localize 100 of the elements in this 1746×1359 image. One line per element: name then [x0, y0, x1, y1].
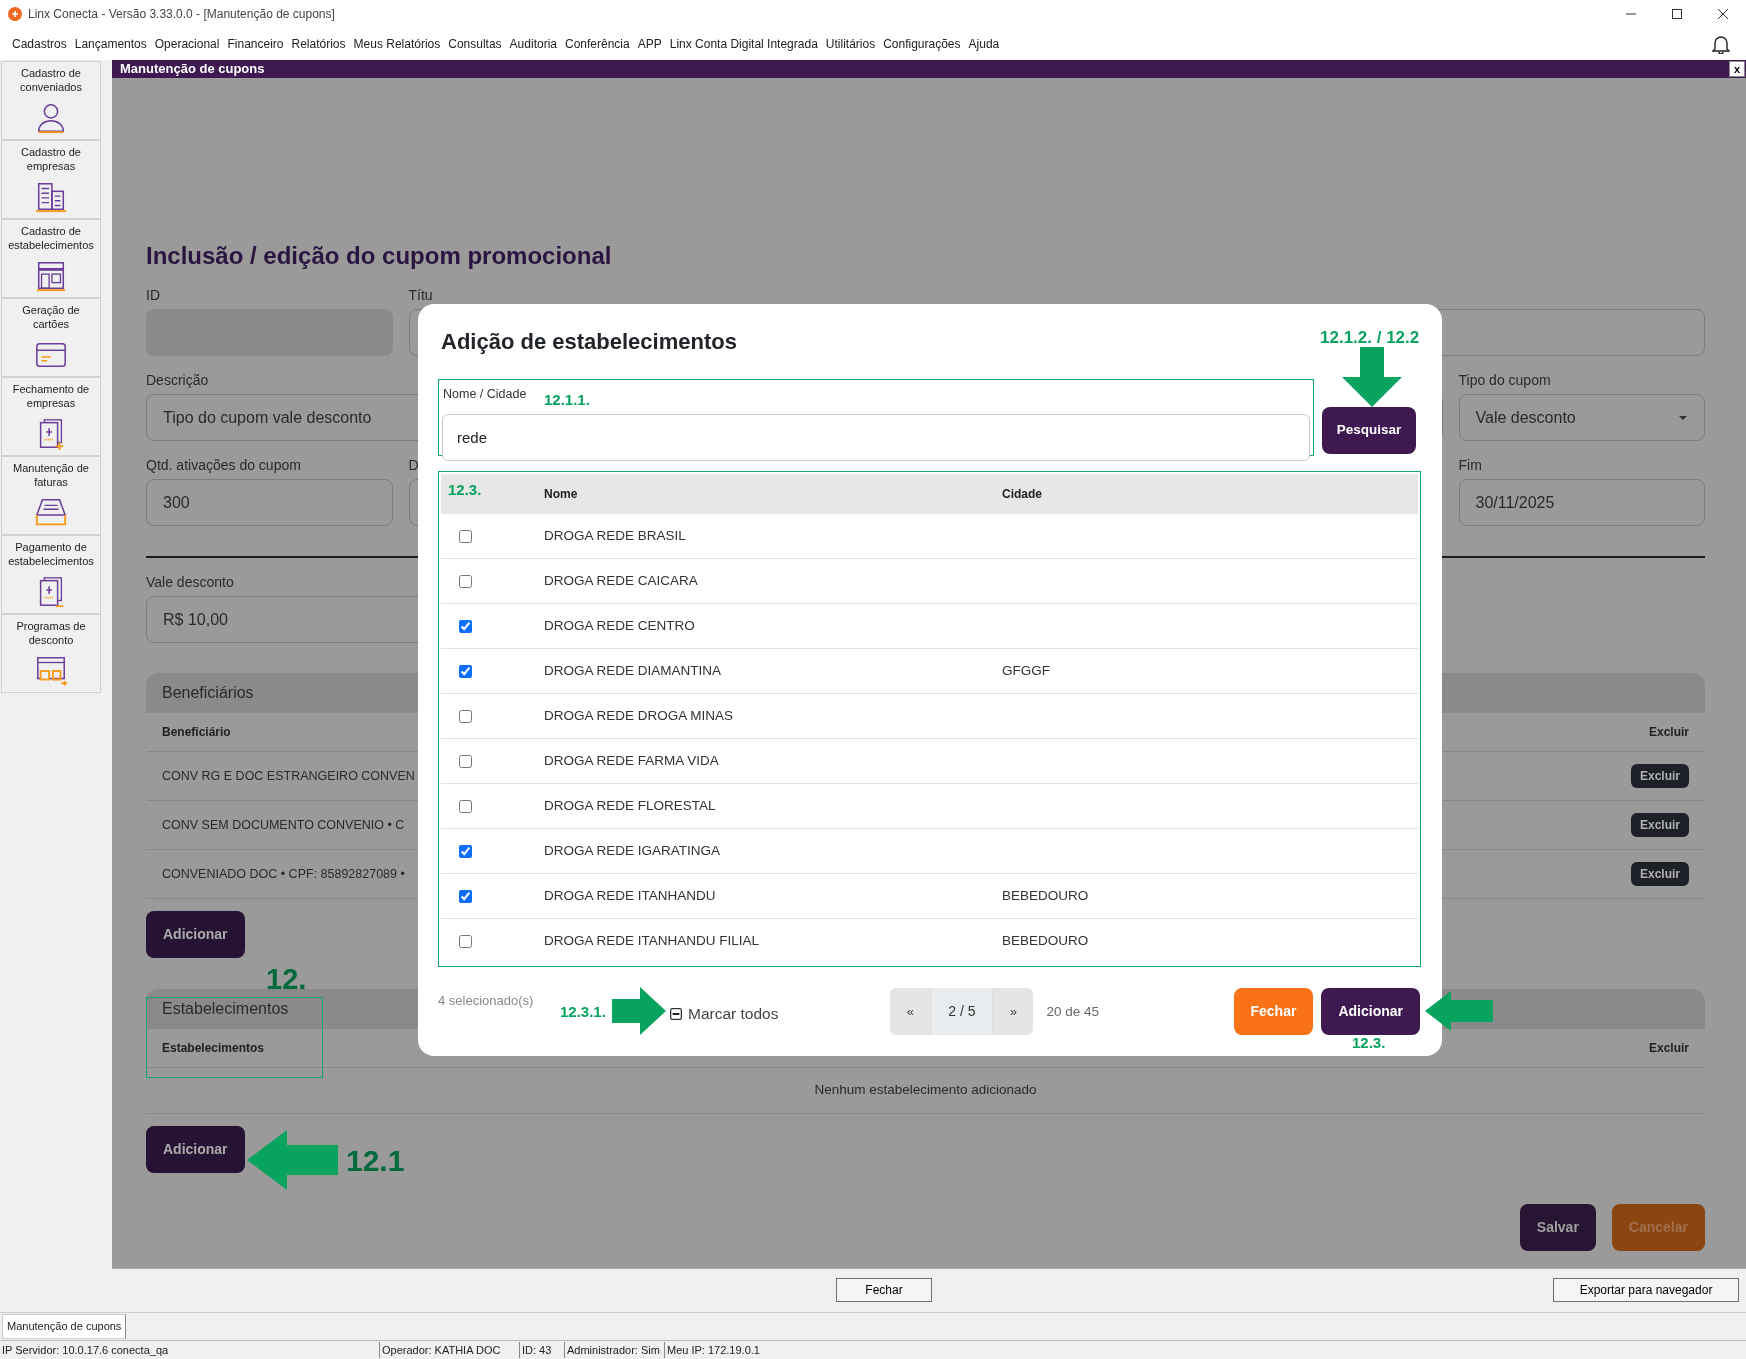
annotation-label: 12.3.1.	[560, 1004, 606, 1019]
column-header: Excluir	[1648, 1040, 1689, 1057]
sidebar-shortcut[interactable]: Fechamento de empresas	[1, 377, 101, 456]
table-cell: DROGA REDE BRASIL	[544, 527, 686, 543]
checkbox[interactable]	[459, 935, 472, 948]
field-label: Tipo do cupom	[1458, 372, 1551, 389]
shortcut-label: Programas de desconto	[15, 619, 87, 648]
menu-item[interactable]: Lançamentos	[70, 35, 151, 53]
checkbox[interactable]	[459, 619, 472, 633]
dropdown-field[interactable]: Vale desconto	[1458, 394, 1705, 441]
dialog-title: Adição de estabelecimentos	[441, 328, 737, 356]
search-button[interactable]: Pesquisar	[1322, 407, 1416, 454]
empty-message: Nenhum estabelecimento adicionado	[814, 1081, 1037, 1100]
sidebar-shortcut[interactable]: Programas de desconto	[1, 614, 101, 693]
menu-item[interactable]: Meus Relatórios	[349, 35, 445, 53]
annotation-label: 12.3.	[448, 482, 482, 497]
delete-button[interactable]: Excluir	[1630, 862, 1689, 886]
annotation-label: 12.3.	[1352, 1035, 1386, 1050]
menu-item[interactable]: Relatórios	[287, 35, 350, 53]
menu-item[interactable]: Configurações	[879, 35, 965, 53]
table-cell: DROGA REDE CAICARA	[544, 572, 698, 588]
menu-item[interactable]: Utilitários	[821, 35, 880, 53]
menu-item[interactable]: Auditoria	[505, 35, 561, 53]
table-cell: BEBEDOURO	[1002, 887, 1089, 903]
sidebar-shortcut[interactable]: Cadastro de estabelecimentos	[1, 219, 101, 298]
previous-page-button[interactable]: «	[890, 988, 931, 1035]
column-header: Beneficiário	[162, 724, 231, 741]
table-cell-text: CONVENIADO DOC • CPF: 85892827089 •	[162, 865, 405, 883]
delete-button[interactable]: Excluir	[1630, 813, 1689, 837]
close-button[interactable]: x	[1729, 61, 1745, 77]
sidebar-shortcut[interactable]: Manutenção de faturas	[1, 456, 101, 535]
result-range: 20 de 45	[1046, 1003, 1099, 1021]
save-button[interactable]: Salvar	[1519, 1204, 1596, 1251]
field-label: Nome / Cidade	[443, 387, 527, 401]
sidebar-shortcut[interactable]: Geração de cartões	[1, 298, 101, 377]
menu-item[interactable]: Conferência	[561, 35, 634, 53]
checkbox[interactable]	[459, 844, 472, 858]
document-title: Manutenção de cupons	[120, 60, 265, 79]
next-page-button[interactable]: »	[993, 988, 1034, 1035]
arrow-icon	[247, 1130, 338, 1190]
table-cell-text: CONV SEM DOCUMENTO CONVENIO • C	[162, 816, 405, 834]
shortcut-label: Cadastro de conveniados	[19, 66, 83, 95]
menu-item[interactable]: APP	[633, 35, 666, 53]
checkbox[interactable]	[459, 799, 472, 813]
checkbox[interactable]	[670, 1007, 682, 1020]
close-button[interactable]: Fechar	[836, 1278, 932, 1302]
checkbox[interactable]	[459, 529, 472, 543]
table-cell: DROGA REDE IGARATINGA	[544, 842, 721, 858]
search-field[interactable]: rede	[442, 414, 1310, 461]
sidebar-shortcut[interactable]: Pagamento de estabelecimentos	[1, 535, 101, 614]
checkbox[interactable]	[459, 664, 472, 678]
table-cell: DROGA REDE ITANHANDU	[544, 887, 716, 903]
menu-item[interactable]: Operacional	[150, 35, 224, 53]
column-header: Excluir	[1648, 724, 1689, 741]
checkbox[interactable]	[459, 574, 472, 588]
field-label: Títu	[408, 287, 433, 304]
column-header: Nome	[544, 487, 578, 501]
table-cell: DROGA REDE CENTRO	[544, 617, 695, 633]
checkbox[interactable]	[459, 709, 472, 723]
table-cell-text: CONV RG E DOC ESTRANGEIRO CONVEN	[162, 767, 415, 785]
menu-item[interactable]: Linx Conta Digital Integrada	[665, 35, 822, 53]
menu-item[interactable]: Consultas	[444, 35, 506, 53]
add-button[interactable]: Adicionar	[146, 911, 245, 958]
annotation-label: 12.1	[346, 1146, 405, 1176]
shortcut-label: Geração de cartões	[21, 303, 81, 332]
column-header: Cidade	[1002, 487, 1042, 501]
add-button[interactable]: Adicionar	[1321, 988, 1420, 1035]
export-button[interactable]: Exportar para navegador	[1553, 1278, 1739, 1302]
sidebar-shortcut[interactable]: Cadastro de conveniados	[1, 61, 101, 140]
menu-item[interactable]: Financeiro	[223, 35, 288, 53]
annotation-label: 12.1.1.	[544, 392, 590, 407]
shortcut-label: Fechamento de empresas	[11, 382, 91, 411]
selection-count: 4 selecionado(s)	[438, 992, 535, 1010]
app-logo-icon	[8, 7, 22, 21]
checkbox[interactable]	[459, 889, 472, 903]
field-label: Fim	[1458, 457, 1482, 474]
status-text: Administrador: Sim	[565, 1341, 665, 1359]
arrow-icon	[612, 987, 666, 1035]
window-tab[interactable]: Manutenção de cupons	[2, 1314, 127, 1339]
annotation-label: 12.1.2. / 12.2	[1320, 329, 1420, 346]
shortcut-label: Manutenção de faturas	[12, 461, 90, 490]
delete-button[interactable]: Excluir	[1630, 764, 1689, 788]
checkbox[interactable]	[459, 754, 472, 768]
add-button[interactable]: Adicionar	[146, 1126, 245, 1173]
arrow-icon	[1342, 347, 1402, 407]
menu-item[interactable]: Cadastros	[8, 35, 71, 53]
field-label: Qtd. ativações do cupom	[146, 457, 301, 474]
input-field[interactable]: 30/11/2025	[1458, 479, 1705, 526]
caret-icon	[1678, 414, 1688, 421]
table-cell: DROGA REDE ITANHANDU FILIAL	[544, 933, 760, 949]
bell-icon[interactable]	[1712, 34, 1730, 54]
field-label: D	[408, 457, 419, 474]
checkbox-label[interactable]: Marcar todos	[688, 1002, 779, 1026]
input-field[interactable]: 300	[146, 479, 393, 526]
status-text: ID: 43	[520, 1341, 565, 1359]
field-label: ID	[146, 287, 160, 304]
table-cell: DROGA REDE FARMA VIDA	[544, 752, 719, 768]
menu-item[interactable]: Ajuda	[964, 35, 1004, 53]
shortcut-label: Cadastro de empresas	[20, 145, 82, 174]
sidebar-shortcut[interactable]: Cadastro de empresas	[1, 140, 101, 219]
